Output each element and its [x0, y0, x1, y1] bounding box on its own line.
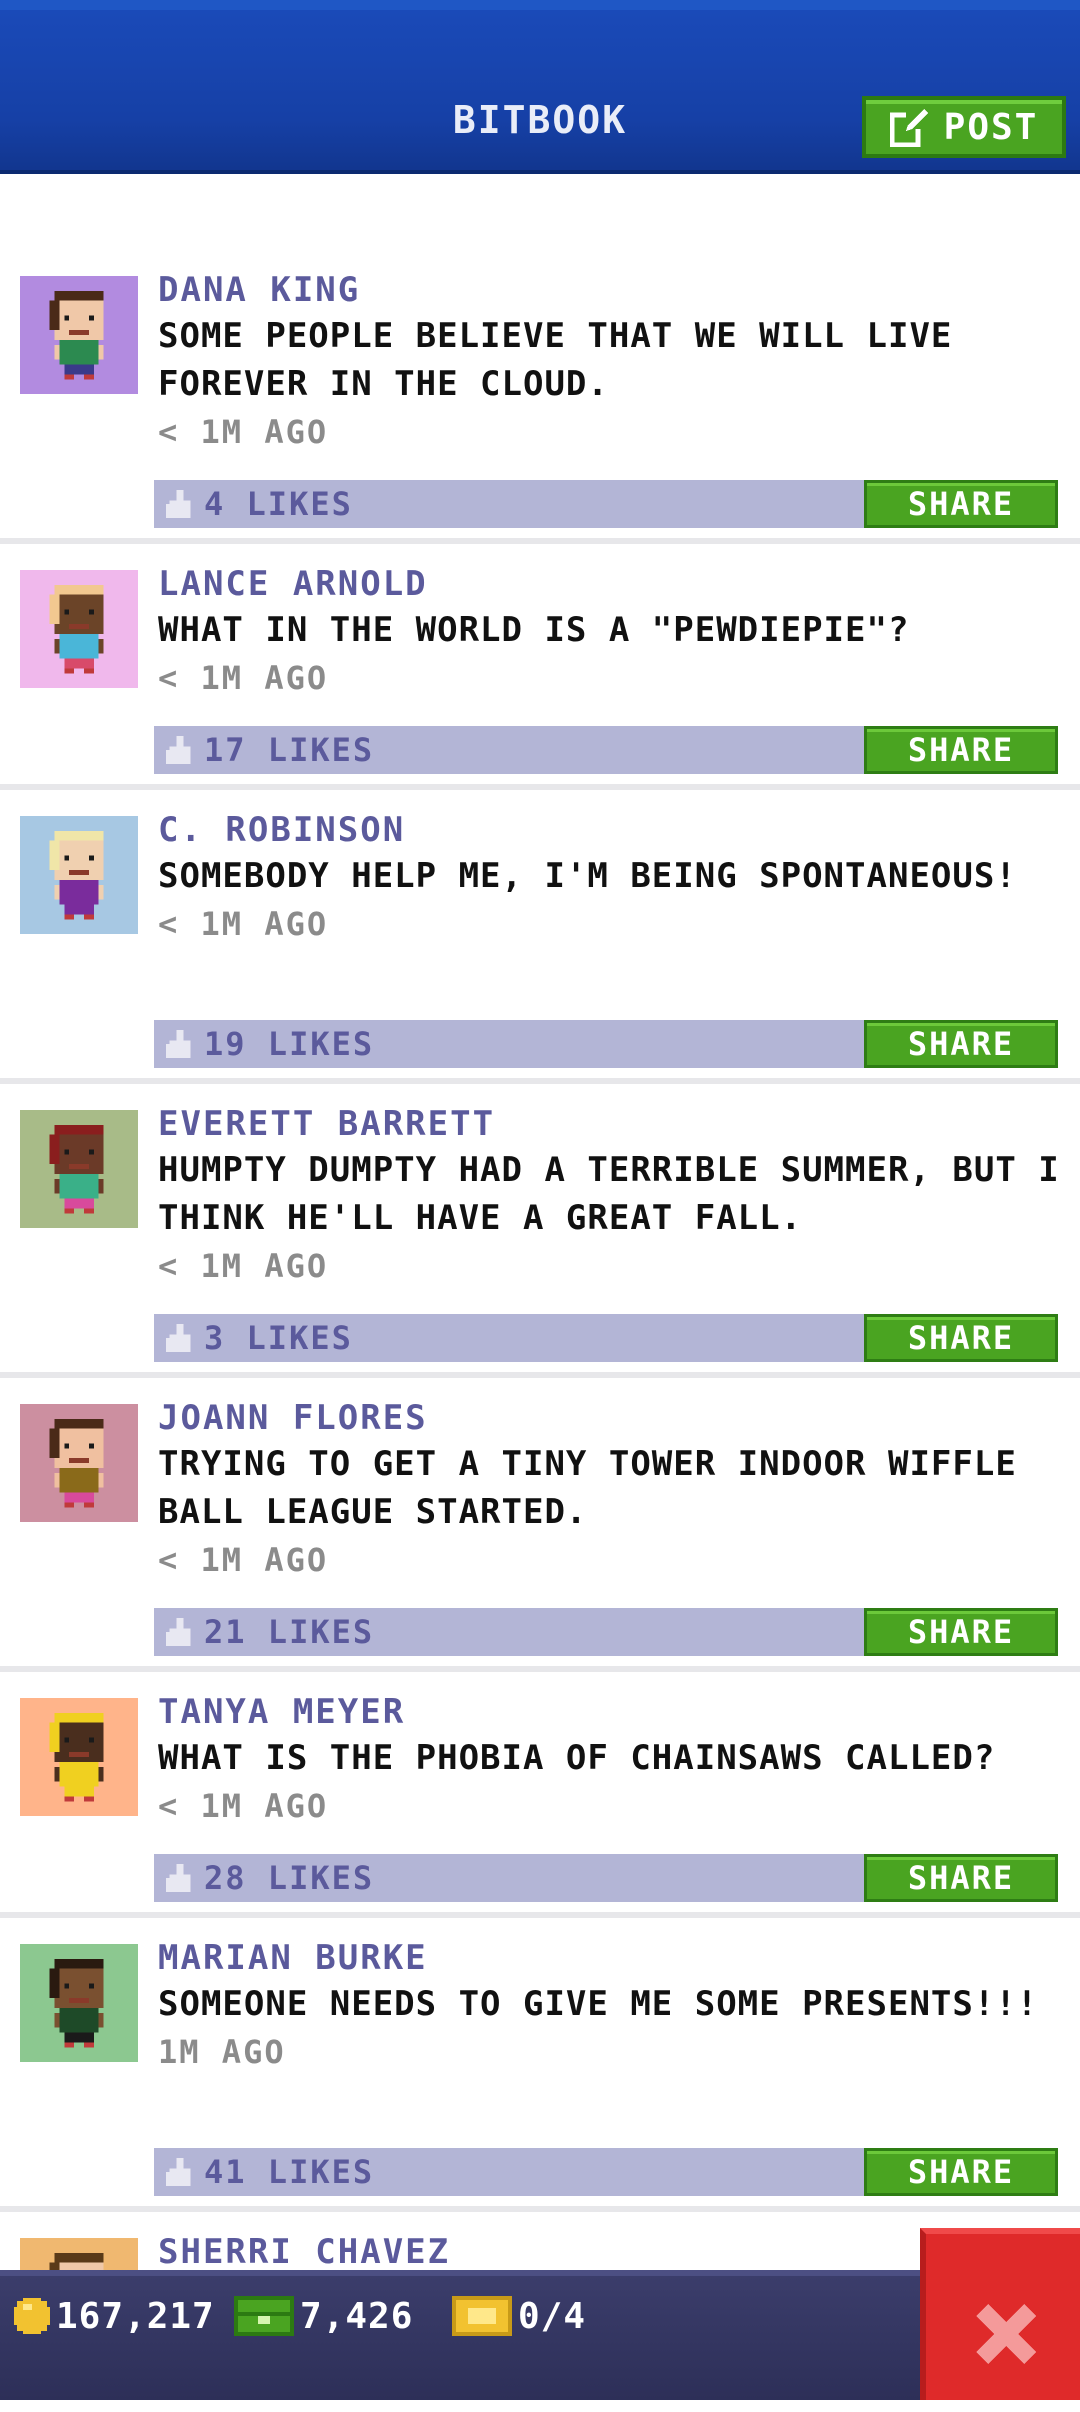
- app-header: BITBOOK POST: [0, 0, 1080, 170]
- avatar[interactable]: [20, 276, 138, 394]
- thumbs-up-icon[interactable]: [166, 736, 194, 764]
- share-button[interactable]: SHARE: [864, 2148, 1058, 2196]
- post-body: JOANN FLORES TRYING TO GET A TINY TOWER I…: [158, 1396, 1060, 1584]
- post-text: SOMEONE NEEDS TO GIVE ME SOME PRESENTS!!…: [158, 1984, 1039, 2024]
- author-name[interactable]: C. ROBINSON: [158, 808, 1060, 852]
- likes-count: 4 LIKES: [204, 485, 353, 523]
- post-text: SOME PEOPLE BELIEVE THAT WE WILL LIVE FO…: [158, 316, 953, 404]
- thumbs-up-icon[interactable]: [166, 2158, 194, 2186]
- post-body: LANCE ARNOLD WHAT IN THE WORLD IS A "PEWD…: [158, 562, 1060, 702]
- likes-bar: 41 LIKES SHARE: [154, 2148, 1058, 2196]
- list-item: EVERETT BARRETT HUMPTY DUMPTY HAD A TERRI…: [0, 1084, 1080, 1378]
- post-body: C. ROBINSON SOMEBODY HELP ME, I'M BEING S…: [158, 808, 1060, 948]
- likes-bar: 28 LIKES SHARE: [154, 1854, 1058, 1902]
- likes-count: 41 LIKES: [204, 2153, 375, 2191]
- person-icon: [20, 1110, 138, 1228]
- author-name[interactable]: LANCE ARNOLD: [158, 562, 1060, 606]
- post-timestamp: < 1M AGO: [158, 1787, 329, 1825]
- post-body: TANYA MEYER WHAT IS THE PHOBIA OF CHAINSA…: [158, 1690, 1060, 1830]
- post-text: SOMEBODY HELP ME, I'M BEING SPONTANEOUS!: [158, 856, 1017, 896]
- likes-bar: 19 LIKES SHARE: [154, 1020, 1058, 1068]
- edit-icon: [889, 107, 928, 147]
- status-bar: 167,217 7,426 0/4: [0, 2270, 1080, 2400]
- likes-count: 21 LIKES: [204, 1613, 375, 1651]
- likes-count: 17 LIKES: [204, 731, 375, 769]
- close-icon: [976, 2304, 1036, 2364]
- list-item: LANCE ARNOLD WHAT IN THE WORLD IS A "PEWD…: [0, 544, 1080, 790]
- author-name[interactable]: JOANN FLORES: [158, 1396, 1060, 1440]
- coins-stat: 167,217: [14, 2290, 215, 2342]
- share-button[interactable]: SHARE: [864, 1314, 1058, 1362]
- likes-bar: 17 LIKES SHARE: [154, 726, 1058, 774]
- post-text: HUMPTY DUMPTY HAD A TERRIBLE SUMMER, BUT…: [158, 1150, 1060, 1238]
- avatar[interactable]: [20, 1944, 138, 2062]
- author-name[interactable]: EVERETT BARRETT: [158, 1102, 1060, 1146]
- share-button[interactable]: SHARE: [864, 1608, 1058, 1656]
- bux-stat: 7,426: [234, 2290, 413, 2342]
- avatar[interactable]: [20, 1404, 138, 1522]
- likes-bar: 3 LIKES SHARE: [154, 1314, 1058, 1362]
- person-icon: [20, 816, 138, 934]
- likes-count: 28 LIKES: [204, 1859, 375, 1897]
- person-icon: [20, 1944, 138, 2062]
- post-timestamp: < 1M AGO: [158, 905, 329, 943]
- post-text: WHAT IN THE WORLD IS A "PEWDIEPIE"?: [158, 610, 910, 650]
- thumbs-up-icon[interactable]: [166, 1618, 194, 1646]
- likes-count: 19 LIKES: [204, 1025, 375, 1063]
- coins-value: 167,217: [56, 2295, 215, 2337]
- avatar[interactable]: [20, 1698, 138, 1816]
- list-item: C. ROBINSON SOMEBODY HELP ME, I'M BEING S…: [0, 790, 1080, 1084]
- author-name[interactable]: MARIAN BURKE: [158, 1936, 1060, 1980]
- person-icon: [20, 570, 138, 688]
- author-name[interactable]: TANYA MEYER: [158, 1690, 1060, 1734]
- list-item: TANYA MEYER WHAT IS THE PHOBIA OF CHAINSA…: [0, 1672, 1080, 1918]
- post-timestamp: 1M AGO: [158, 2033, 286, 2071]
- thumbs-up-icon[interactable]: [166, 1864, 194, 1892]
- coin-icon: [14, 2298, 50, 2334]
- bux-icon: [234, 2296, 294, 2336]
- avatar[interactable]: [20, 570, 138, 688]
- share-button[interactable]: SHARE: [864, 480, 1058, 528]
- post-timestamp: < 1M AGO: [158, 413, 329, 451]
- person-icon: [20, 1698, 138, 1816]
- close-button[interactable]: [920, 2228, 1080, 2400]
- list-item: DANA KING SOME PEOPLE BELIEVE THAT WE WIL…: [0, 250, 1080, 544]
- ticket-icon: [452, 2296, 512, 2336]
- share-button[interactable]: SHARE: [864, 1020, 1058, 1068]
- likes-count: 3 LIKES: [204, 1319, 353, 1357]
- post-body: DANA KING SOME PEOPLE BELIEVE THAT WE WIL…: [158, 268, 1060, 456]
- post-timestamp: < 1M AGO: [158, 659, 329, 697]
- likes-bar: 4 LIKES SHARE: [154, 480, 1058, 528]
- tickets-stat: 0/4: [452, 2290, 586, 2342]
- likes-bar: 21 LIKES SHARE: [154, 1608, 1058, 1656]
- post-body: MARIAN BURKE SOMEONE NEEDS TO GIVE ME SOM…: [158, 1936, 1060, 2076]
- post-text: WHAT IS THE PHOBIA OF CHAINSAWS CALLED?: [158, 1738, 996, 1778]
- avatar[interactable]: [20, 1110, 138, 1228]
- tickets-value: 0/4: [518, 2295, 587, 2337]
- thumbs-up-icon[interactable]: [166, 1030, 194, 1058]
- thumbs-up-icon[interactable]: [166, 1324, 194, 1352]
- person-icon: [20, 276, 138, 394]
- post-body: EVERETT BARRETT HUMPTY DUMPTY HAD A TERRI…: [158, 1102, 1060, 1290]
- share-button[interactable]: SHARE: [864, 726, 1058, 774]
- person-icon: [20, 1404, 138, 1522]
- bux-value: 7,426: [300, 2295, 414, 2337]
- avatar[interactable]: [20, 816, 138, 934]
- post-timestamp: < 1M AGO: [158, 1247, 329, 1285]
- post-timestamp: < 1M AGO: [158, 1541, 329, 1579]
- list-item: MARIAN BURKE SOMEONE NEEDS TO GIVE ME SOM…: [0, 1918, 1080, 2212]
- share-button[interactable]: SHARE: [864, 1854, 1058, 1902]
- thumbs-up-icon[interactable]: [166, 490, 194, 518]
- author-name[interactable]: DANA KING: [158, 268, 1060, 312]
- post-feed[interactable]: DANA KING SOME PEOPLE BELIEVE THAT WE WIL…: [0, 250, 1080, 2412]
- list-item: JOANN FLORES TRYING TO GET A TINY TOWER I…: [0, 1378, 1080, 1672]
- post-button-label: POST: [943, 106, 1039, 148]
- post-button[interactable]: POST: [862, 96, 1066, 158]
- post-text: TRYING TO GET A TINY TOWER INDOOR WIFFLE…: [158, 1444, 1017, 1532]
